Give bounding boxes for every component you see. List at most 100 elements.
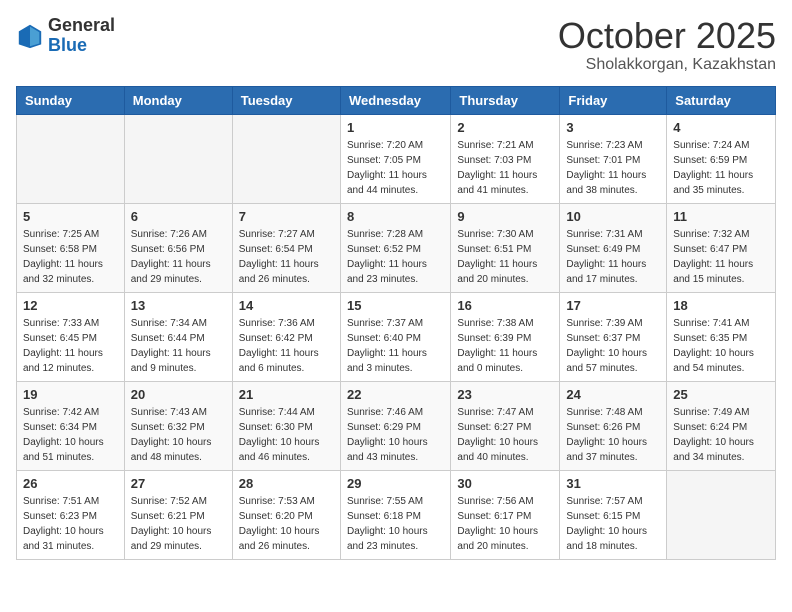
day-info: Sunrise: 7:37 AMSunset: 6:40 PMDaylight:…	[347, 316, 444, 376]
day-info: Sunrise: 7:43 AMSunset: 6:32 PMDaylight:…	[131, 405, 226, 465]
day-info: Sunrise: 7:42 AMSunset: 6:34 PMDaylight:…	[23, 405, 118, 465]
day-number: 29	[347, 476, 444, 491]
day-number: 3	[566, 120, 660, 135]
calendar-cell: 26Sunrise: 7:51 AMSunset: 6:23 PMDayligh…	[17, 470, 125, 559]
day-info: Sunrise: 7:31 AMSunset: 6:49 PMDaylight:…	[566, 227, 660, 287]
day-info: Sunrise: 7:41 AMSunset: 6:35 PMDaylight:…	[673, 316, 769, 376]
day-number: 16	[457, 298, 553, 313]
month-title: October 2025	[558, 16, 776, 56]
day-info: Sunrise: 7:21 AMSunset: 7:03 PMDaylight:…	[457, 138, 553, 198]
day-number: 17	[566, 298, 660, 313]
logo-text: General Blue	[48, 16, 115, 56]
day-info: Sunrise: 7:33 AMSunset: 6:45 PMDaylight:…	[23, 316, 118, 376]
calendar-cell: 24 Sunrise: 7:48 AMSunset: 6:26 PMDayligh…	[560, 381, 667, 470]
calendar-cell: 17 Sunrise: 7:39 AMSunset: 6:37 PMDayligh…	[560, 292, 667, 381]
day-number: 25	[673, 387, 769, 402]
calendar-cell: 9 Sunrise: 7:30 AMSunset: 6:51 PMDaylight…	[451, 203, 560, 292]
calendar-cell: 3 Sunrise: 7:23 AMSunset: 7:01 PMDaylight…	[560, 114, 667, 203]
logo-general-text: General	[48, 16, 115, 36]
day-number: 14	[239, 298, 334, 313]
day-info: Sunrise: 7:36 AMSunset: 6:42 PMDaylight:…	[239, 316, 334, 376]
day-number: 6	[131, 209, 226, 224]
calendar-cell	[17, 114, 125, 203]
day-number: 13	[131, 298, 226, 313]
day-info: Sunrise: 7:48 AMSunset: 6:26 PMDaylight:…	[566, 405, 660, 465]
weekday-header: Thursday	[451, 86, 560, 114]
calendar-week-row: 19Sunrise: 7:42 AMSunset: 6:34 PMDayligh…	[17, 381, 776, 470]
weekday-header: Saturday	[667, 86, 776, 114]
day-number: 9	[457, 209, 553, 224]
calendar-cell: 28 Sunrise: 7:53 AMSunset: 6:20 PMDayligh…	[232, 470, 340, 559]
calendar-cell: 11Sunrise: 7:32 AMSunset: 6:47 PMDayligh…	[667, 203, 776, 292]
calendar-week-row: 26Sunrise: 7:51 AMSunset: 6:23 PMDayligh…	[17, 470, 776, 559]
calendar-cell	[232, 114, 340, 203]
calendar-cell: 14 Sunrise: 7:36 AMSunset: 6:42 PMDayligh…	[232, 292, 340, 381]
day-info: Sunrise: 7:56 AMSunset: 6:17 PMDaylight:…	[457, 494, 553, 554]
day-info: Sunrise: 7:30 AMSunset: 6:51 PMDaylight:…	[457, 227, 553, 287]
calendar-cell: 25 Sunrise: 7:49 AMSunset: 6:24 PMDayligh…	[667, 381, 776, 470]
weekday-header: Tuesday	[232, 86, 340, 114]
day-info: Sunrise: 7:44 AMSunset: 6:30 PMDaylight:…	[239, 405, 334, 465]
calendar-cell: 2 Sunrise: 7:21 AMSunset: 7:03 PMDaylight…	[451, 114, 560, 203]
day-info: Sunrise: 7:53 AMSunset: 6:20 PMDaylight:…	[239, 494, 334, 554]
day-info: Sunrise: 7:38 AMSunset: 6:39 PMDaylight:…	[457, 316, 553, 376]
calendar-cell: 20 Sunrise: 7:43 AMSunset: 6:32 PMDayligh…	[124, 381, 232, 470]
day-number: 5	[23, 209, 118, 224]
logo-icon	[16, 22, 44, 50]
calendar-table: SundayMondayTuesdayWednesdayThursdayFrid…	[16, 86, 776, 560]
day-number: 24	[566, 387, 660, 402]
day-info: Sunrise: 7:49 AMSunset: 6:24 PMDaylight:…	[673, 405, 769, 465]
day-number: 20	[131, 387, 226, 402]
day-info: Sunrise: 7:52 AMSunset: 6:21 PMDaylight:…	[131, 494, 226, 554]
day-info: Sunrise: 7:26 AMSunset: 6:56 PMDaylight:…	[131, 227, 226, 287]
calendar-cell: 19Sunrise: 7:42 AMSunset: 6:34 PMDayligh…	[17, 381, 125, 470]
day-number: 30	[457, 476, 553, 491]
day-info: Sunrise: 7:39 AMSunset: 6:37 PMDaylight:…	[566, 316, 660, 376]
calendar-cell: 5 Sunrise: 7:25 AMSunset: 6:58 PMDaylight…	[17, 203, 125, 292]
calendar-week-row: 12Sunrise: 7:33 AMSunset: 6:45 PMDayligh…	[17, 292, 776, 381]
day-info: Sunrise: 7:20 AMSunset: 7:05 PMDaylight:…	[347, 138, 444, 198]
weekday-header: Sunday	[17, 86, 125, 114]
day-info: Sunrise: 7:27 AMSunset: 6:54 PMDaylight:…	[239, 227, 334, 287]
calendar-cell: 6 Sunrise: 7:26 AMSunset: 6:56 PMDaylight…	[124, 203, 232, 292]
day-info: Sunrise: 7:34 AMSunset: 6:44 PMDaylight:…	[131, 316, 226, 376]
page-header: General Blue October 2025 Sholakkorgan, …	[16, 16, 776, 74]
calendar-cell: 22Sunrise: 7:46 AMSunset: 6:29 PMDayligh…	[340, 381, 450, 470]
weekday-header: Monday	[124, 86, 232, 114]
calendar-cell: 15 Sunrise: 7:37 AMSunset: 6:40 PMDayligh…	[340, 292, 450, 381]
day-number: 31	[566, 476, 660, 491]
calendar-cell	[667, 470, 776, 559]
calendar-cell: 7Sunrise: 7:27 AMSunset: 6:54 PMDaylight…	[232, 203, 340, 292]
calendar-cell: 29Sunrise: 7:55 AMSunset: 6:18 PMDayligh…	[340, 470, 450, 559]
day-info: Sunrise: 7:24 AMSunset: 6:59 PMDaylight:…	[673, 138, 769, 198]
calendar-cell: 31 Sunrise: 7:57 AMSunset: 6:15 PMDayligh…	[560, 470, 667, 559]
logo-blue-text: Blue	[48, 36, 115, 56]
day-info: Sunrise: 7:23 AMSunset: 7:01 PMDaylight:…	[566, 138, 660, 198]
calendar-cell: 4 Sunrise: 7:24 AMSunset: 6:59 PMDaylight…	[667, 114, 776, 203]
location: Sholakkorgan, Kazakhstan	[558, 56, 776, 74]
day-info: Sunrise: 7:57 AMSunset: 6:15 PMDaylight:…	[566, 494, 660, 554]
day-number: 28	[239, 476, 334, 491]
day-number: 1	[347, 120, 444, 135]
calendar-cell: 27Sunrise: 7:52 AMSunset: 6:21 PMDayligh…	[124, 470, 232, 559]
day-number: 21	[239, 387, 334, 402]
day-number: 2	[457, 120, 553, 135]
day-info: Sunrise: 7:28 AMSunset: 6:52 PMDaylight:…	[347, 227, 444, 287]
day-number: 18	[673, 298, 769, 313]
day-number: 22	[347, 387, 444, 402]
logo: General Blue	[16, 16, 115, 56]
day-info: Sunrise: 7:25 AMSunset: 6:58 PMDaylight:…	[23, 227, 118, 287]
calendar-week-row: 1 Sunrise: 7:20 AMSunset: 7:05 PMDaylight…	[17, 114, 776, 203]
calendar-cell: 13 Sunrise: 7:34 AMSunset: 6:44 PMDayligh…	[124, 292, 232, 381]
calendar-cell: 16 Sunrise: 7:38 AMSunset: 6:39 PMDayligh…	[451, 292, 560, 381]
calendar-cell: 10Sunrise: 7:31 AMSunset: 6:49 PMDayligh…	[560, 203, 667, 292]
calendar-cell: 1 Sunrise: 7:20 AMSunset: 7:05 PMDaylight…	[340, 114, 450, 203]
weekday-header: Friday	[560, 86, 667, 114]
day-number: 8	[347, 209, 444, 224]
day-info: Sunrise: 7:47 AMSunset: 6:27 PMDaylight:…	[457, 405, 553, 465]
day-info: Sunrise: 7:32 AMSunset: 6:47 PMDaylight:…	[673, 227, 769, 287]
calendar-cell: 8 Sunrise: 7:28 AMSunset: 6:52 PMDaylight…	[340, 203, 450, 292]
day-number: 15	[347, 298, 444, 313]
calendar-cell: 18 Sunrise: 7:41 AMSunset: 6:35 PMDayligh…	[667, 292, 776, 381]
day-number: 4	[673, 120, 769, 135]
